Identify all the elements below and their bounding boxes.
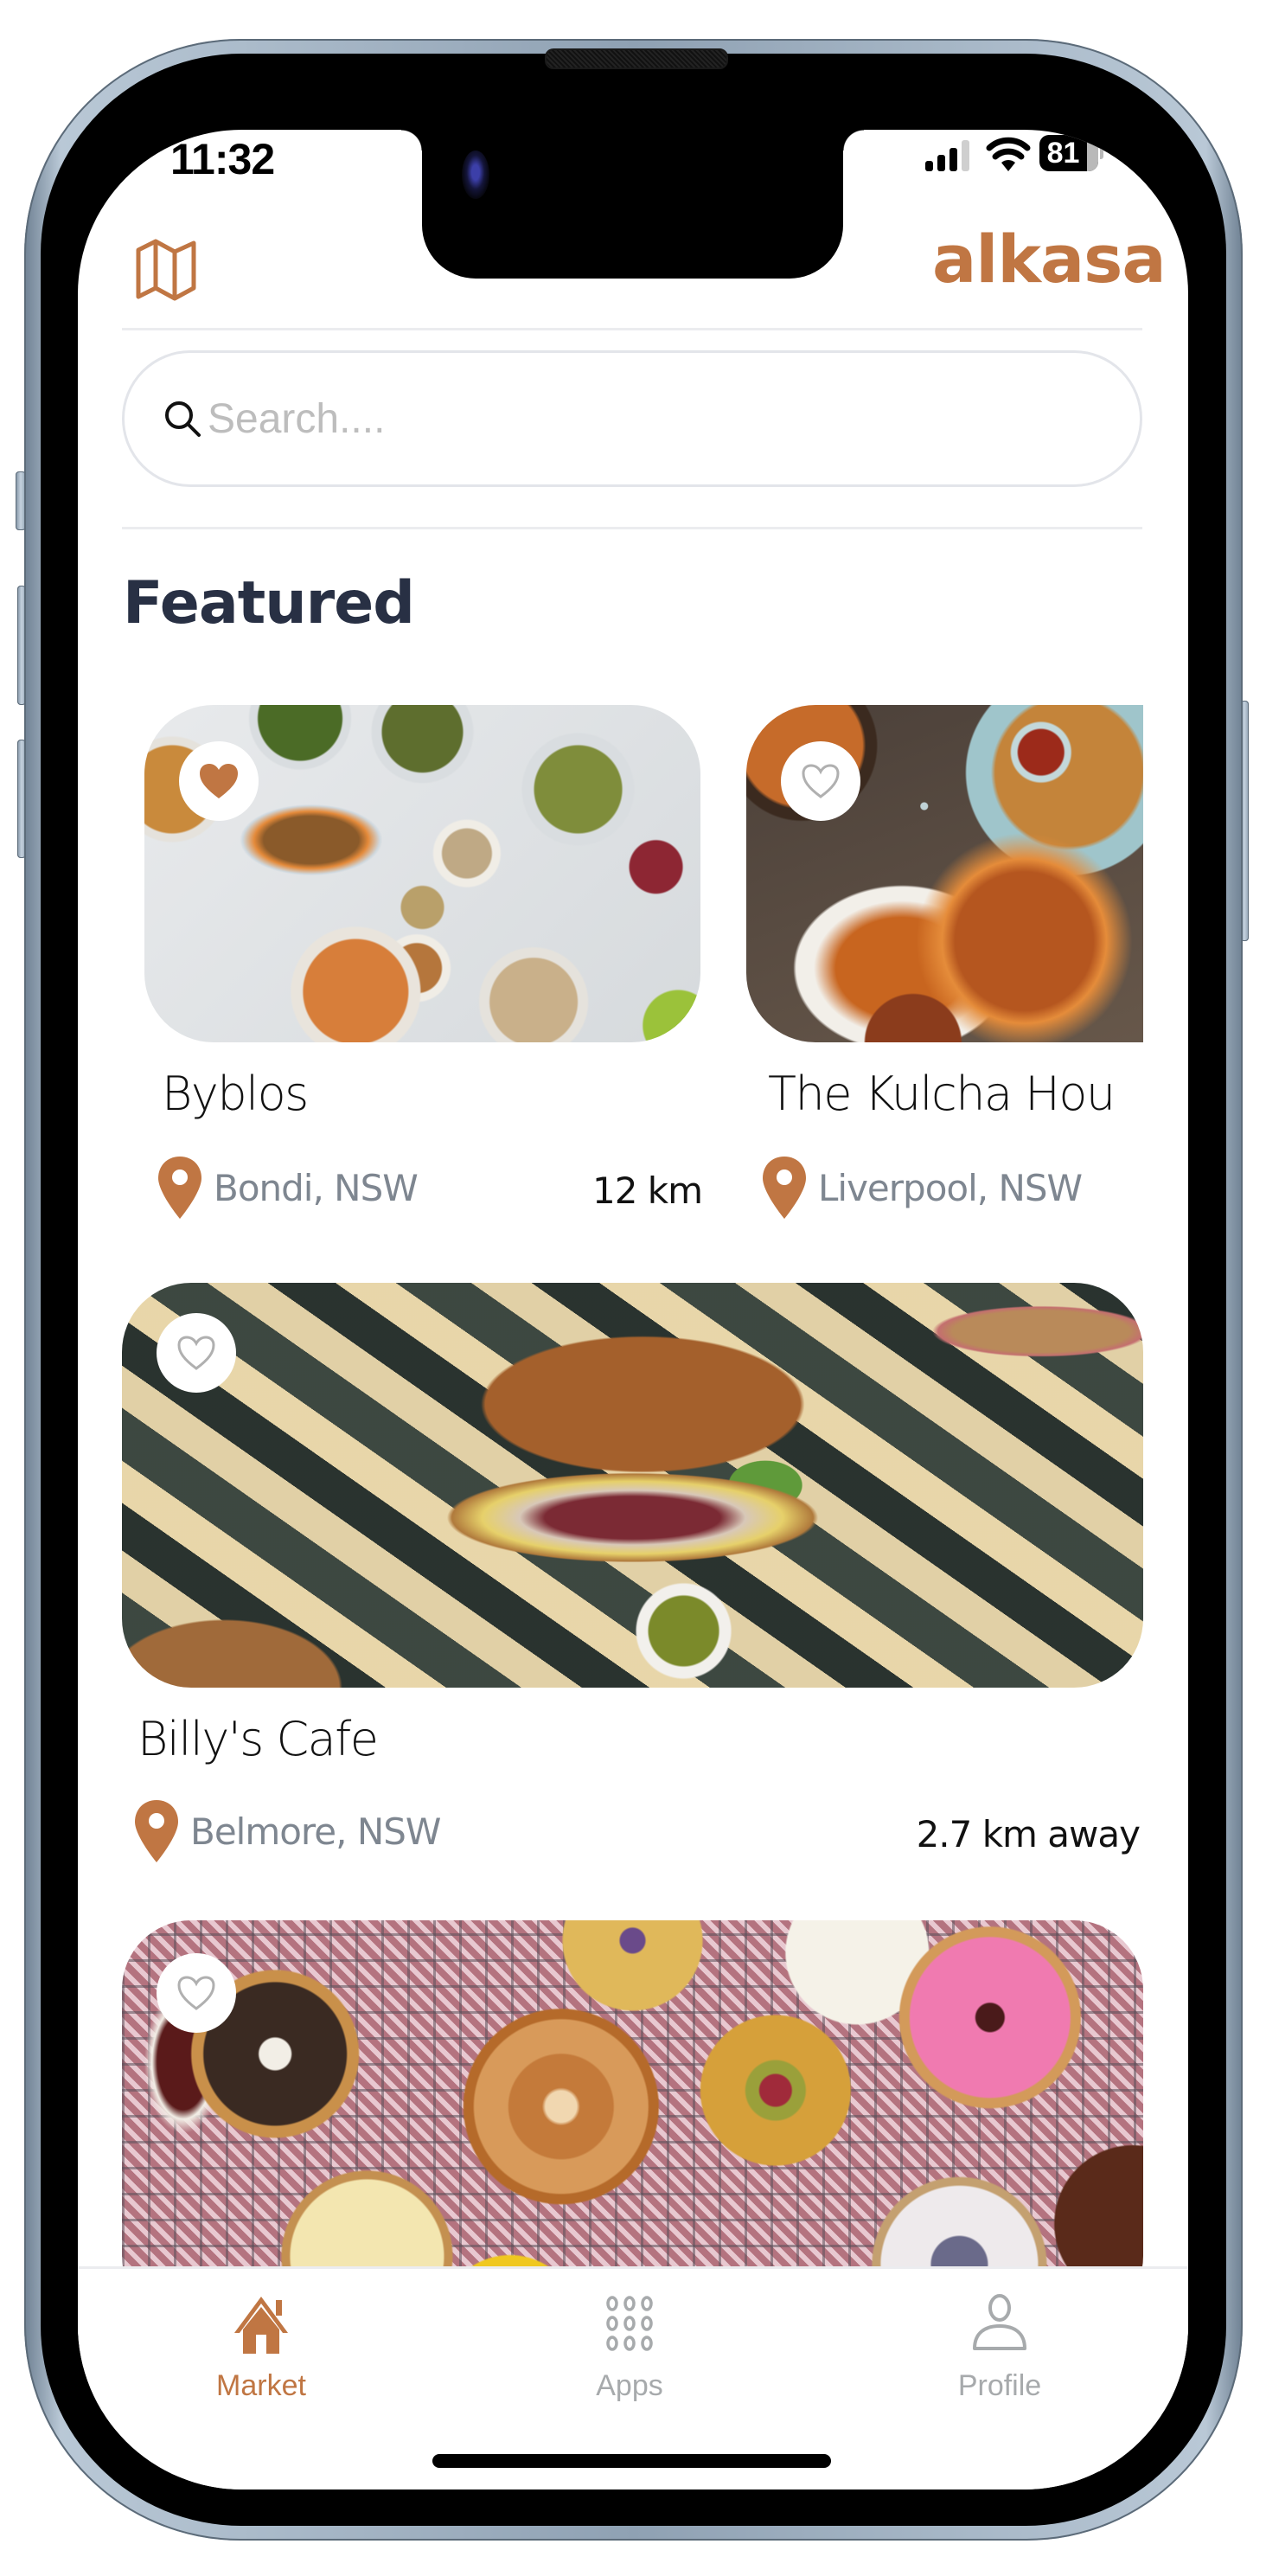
notch: [401, 130, 864, 279]
favorite-button[interactable]: [781, 741, 860, 821]
tab-label: Profile: [957, 2369, 1042, 2402]
location-text: Belmore, NSW: [190, 1810, 441, 1853]
restaurant-location: Belmore, NSW: [133, 1798, 441, 1864]
restaurant-card-donuts[interactable]: [122, 1920, 1143, 2325]
restaurant-card-kulcha-house[interactable]: The Kulcha Hou Liverpool, NSW: [746, 705, 1143, 1219]
heart-filled-icon: [200, 764, 238, 798]
distance-text: 12 km: [591, 1169, 703, 1212]
search-bar[interactable]: [122, 350, 1142, 487]
search-icon: [165, 401, 201, 437]
battery-icon: 81: [1039, 135, 1098, 171]
restaurant-name: Billy's Cafe: [137, 1712, 379, 1766]
location-text: Bondi, NSW: [214, 1166, 419, 1209]
location-pin-icon: [763, 1157, 806, 1219]
map-icon: [136, 239, 196, 301]
location-pin-icon: [135, 1800, 178, 1862]
restaurant-photo: [122, 1283, 1143, 1688]
status-time: 11:32: [170, 135, 275, 183]
restaurant-card-byblos[interactable]: Byblos Bondi, NSW 12 km: [144, 705, 703, 1219]
phone-screen: 11:32 81 alkasa Featured: [78, 130, 1188, 2489]
restaurant-name: Byblos: [162, 1067, 309, 1121]
earpiece-speaker: [545, 48, 728, 69]
tab-label: Market: [216, 2369, 306, 2402]
restaurant-location: Liverpool, NSW: [761, 1155, 1083, 1221]
heart-outline-icon: [177, 1976, 215, 2010]
restaurant-card-billys-cafe[interactable]: Billy's Cafe Belmore, NSW 2.7 km away: [122, 1283, 1143, 1862]
app-logo: alkasa: [932, 221, 1167, 298]
home-indicator[interactable]: [432, 2454, 831, 2468]
tab-profile[interactable]: Profile: [913, 2293, 1086, 2403]
restaurant-photo: [122, 1920, 1143, 2325]
search-divider: [122, 527, 1142, 529]
location-text: Liverpool, NSW: [818, 1166, 1083, 1209]
wifi-icon: [986, 137, 1031, 171]
header-divider: [122, 328, 1142, 330]
carousel-clip: The Kulcha Hou Liverpool, NSW: [746, 649, 1143, 1254]
map-button[interactable]: [133, 238, 199, 304]
battery-percent: 81: [1046, 137, 1080, 170]
tab-apps[interactable]: Apps: [543, 2293, 716, 2403]
restaurant-name: The Kulcha Hou: [768, 1067, 1116, 1121]
tab-label: Apps: [596, 2369, 663, 2402]
search-input[interactable]: [206, 394, 988, 444]
person-icon: [973, 2294, 1026, 2350]
distance-text: 2.7 km away: [916, 1813, 1141, 1855]
restaurant-location: Bondi, NSW: [157, 1155, 419, 1221]
battery-cap: [1100, 148, 1103, 159]
heart-outline-icon: [802, 764, 840, 798]
location-pin-icon: [158, 1157, 201, 1219]
section-title-featured: Featured: [123, 569, 415, 638]
favorite-button[interactable]: [157, 1953, 236, 2033]
heart-outline-icon: [177, 1336, 215, 1370]
tab-market[interactable]: Market: [175, 2293, 348, 2403]
front-camera: [462, 151, 489, 199]
grid-icon: [606, 2296, 653, 2351]
favorite-button[interactable]: [157, 1313, 236, 1393]
home-icon: [234, 2297, 288, 2354]
cellular-signal-icon: [925, 140, 974, 171]
favorite-button[interactable]: [179, 741, 259, 821]
